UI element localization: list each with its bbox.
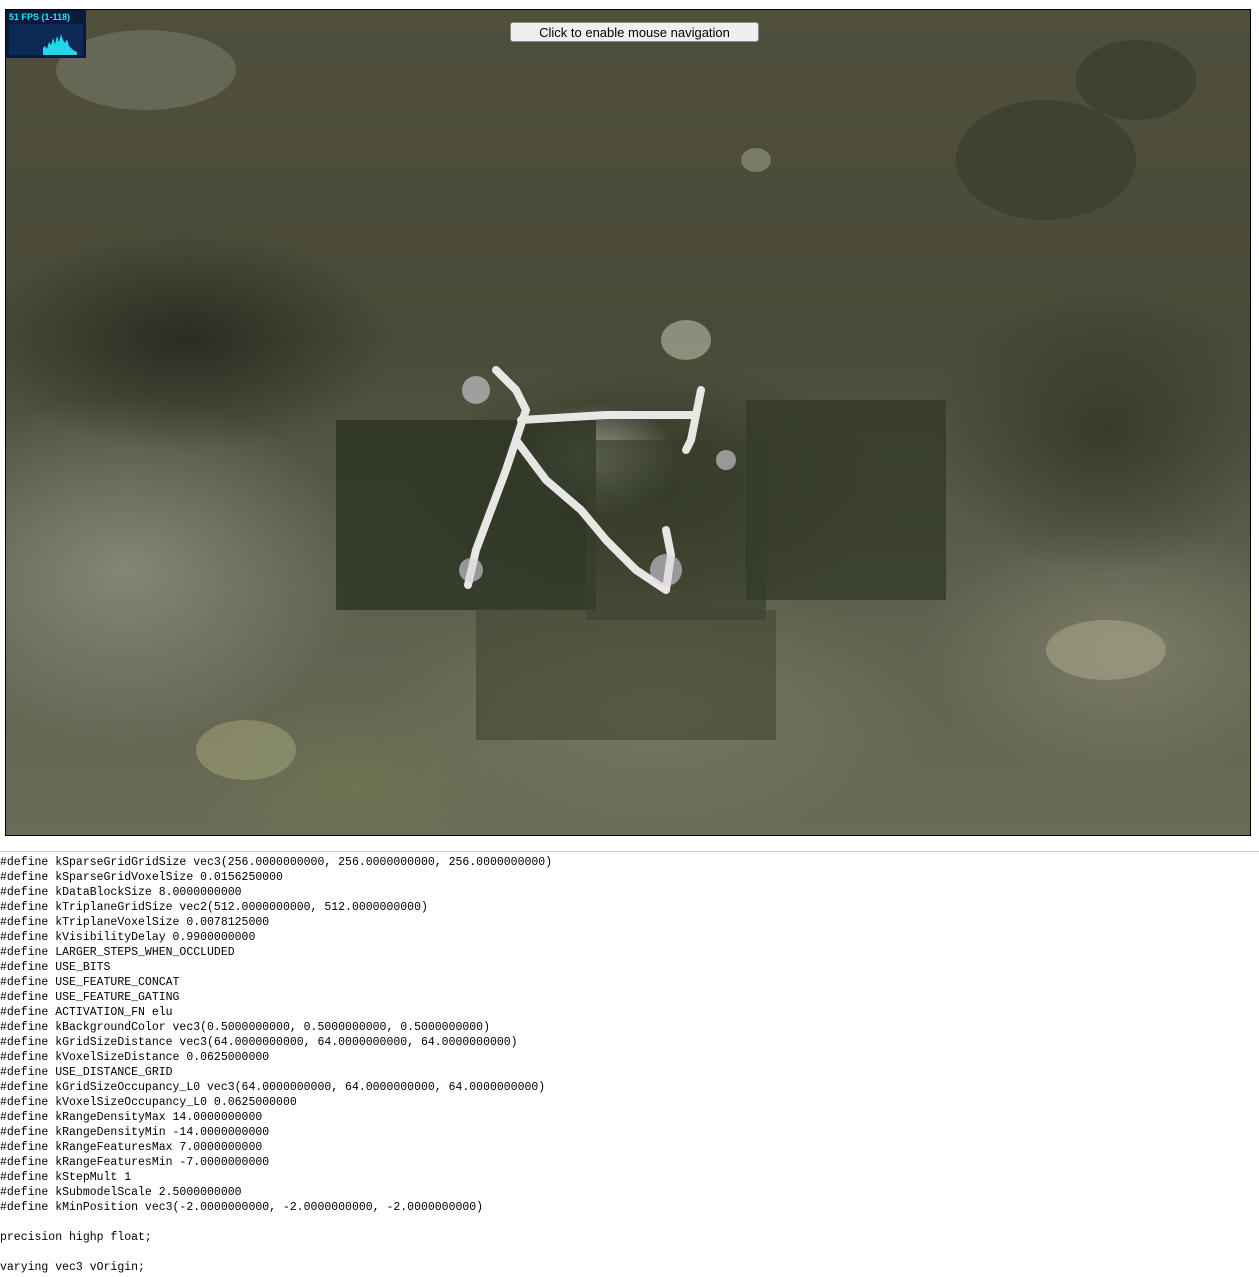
fps-graph (9, 24, 83, 55)
shader-line: #define USE_FEATURE_GATING (0, 991, 180, 1004)
fps-label: 51 FPS (1-118) (9, 12, 71, 22)
shader-line: #define kRangeFeaturesMax 7.0000000000 (0, 1141, 263, 1154)
shader-line: #define kBackgroundColor vec3(0.50000000… (0, 1021, 490, 1034)
shader-line: #define kSubmodelScale 2.5000000000 (0, 1186, 242, 1199)
shader-line: #define kTriplaneVoxelSize 0.0078125000 (0, 916, 270, 929)
shader-line: #define kSparseGridVoxelSize 0.015625000… (0, 871, 283, 884)
divider (0, 851, 1259, 852)
shader-line: #define kRangeFeaturesMin -7.0000000000 (0, 1156, 270, 1169)
shader-line: precision highp float; (0, 1231, 152, 1244)
shader-line: #define kGridSizeDistance vec3(64.000000… (0, 1036, 518, 1049)
shader-source-text: #define kSparseGridGridSize vec3(256.000… (0, 855, 1259, 1275)
fps-meter: 51 FPS (1-118) (6, 10, 86, 58)
render-viewport[interactable]: 51 FPS (1-118) Click to enable mouse nav… (5, 9, 1251, 836)
shader-line: #define LARGER_STEPS_WHEN_OCCLUDED (0, 946, 235, 959)
enable-mouse-navigation-button[interactable]: Click to enable mouse navigation (510, 22, 759, 42)
shader-line: #define USE_FEATURE_CONCAT (0, 976, 180, 989)
shader-line: #define USE_DISTANCE_GRID (0, 1066, 173, 1079)
shader-line: varying vec3 vOrigin; (0, 1261, 145, 1274)
shader-line: #define kVoxelSizeOccupancy_L0 0.0625000… (0, 1096, 297, 1109)
shader-line: #define kStepMult 1 (0, 1171, 132, 1184)
scene-render (56, 30, 1196, 780)
shader-line (0, 1215, 1259, 1230)
shader-line: #define kSparseGridGridSize vec3(256.000… (0, 856, 553, 869)
shader-line: #define kDataBlockSize 8.0000000000 (0, 886, 242, 899)
shader-line: #define ACTIVATION_FN elu (0, 1006, 173, 1019)
shader-line: #define kVoxelSizeDistance 0.0625000000 (0, 1051, 270, 1064)
shader-line: #define kRangeDensityMin -14.0000000000 (0, 1126, 270, 1139)
shader-line: #define kTriplaneGridSize vec2(512.00000… (0, 901, 428, 914)
shader-line: #define kGridSizeOccupancy_L0 vec3(64.00… (0, 1081, 546, 1094)
shader-line (0, 1245, 1259, 1260)
shader-line: #define kMinPosition vec3(-2.0000000000,… (0, 1201, 484, 1214)
shader-line: #define USE_BITS (0, 961, 111, 974)
shader-line: #define kVisibilityDelay 0.9900000000 (0, 931, 256, 944)
shader-line: #define kRangeDensityMax 14.0000000000 (0, 1111, 263, 1124)
